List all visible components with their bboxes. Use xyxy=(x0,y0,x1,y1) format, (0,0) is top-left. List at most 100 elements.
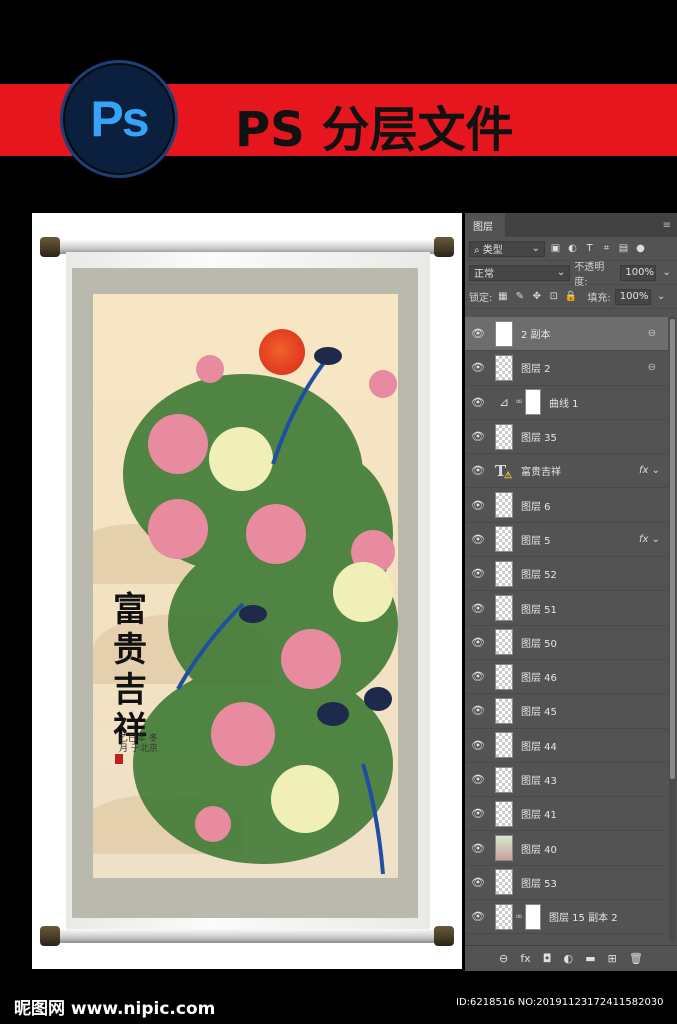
eye-icon[interactable]: 👁 xyxy=(465,396,491,409)
layer-row[interactable]: 👁 图层 50 xyxy=(465,626,668,660)
lock-pixels-icon[interactable]: ✎ xyxy=(513,290,526,304)
layer-thumbnail xyxy=(495,697,513,724)
layer-row[interactable]: 👁 图层 6 xyxy=(465,488,668,523)
eye-icon[interactable]: 👁 xyxy=(465,739,491,752)
layer-row[interactable]: 👁 图层 45 xyxy=(465,694,668,729)
layer-name[interactable]: 图层 52 xyxy=(521,566,557,581)
fx-icon[interactable]: fx ⌄ xyxy=(639,534,660,545)
type-filter-icon[interactable]: T xyxy=(583,242,596,256)
layer-thumbnail xyxy=(495,320,513,347)
layer-name[interactable]: 图层 51 xyxy=(521,601,557,616)
layer-row[interactable]: 👁 图层 53 xyxy=(465,866,668,901)
layer-row[interactable]: 👁 图层 52 xyxy=(465,557,668,592)
eye-icon[interactable]: 👁 xyxy=(465,807,491,820)
add-mask-icon[interactable]: ◘ xyxy=(543,952,552,965)
layer-row[interactable]: 👁 T ⚠ 富贵吉祥 fx ⌄ xyxy=(465,454,668,489)
fx-icon[interactable]: fx xyxy=(520,952,530,965)
adjustment-layer-icon[interactable]: ◐ xyxy=(564,952,574,965)
eye-icon[interactable]: 👁 xyxy=(465,361,491,374)
red-seal xyxy=(115,754,123,764)
eye-icon[interactable]: 👁 xyxy=(465,910,491,923)
layer-name[interactable]: 图层 35 xyxy=(521,429,557,444)
eye-icon[interactable]: 👁 xyxy=(465,567,491,580)
calligraphy-char: 贵 xyxy=(113,630,147,670)
layer-name[interactable]: 图层 41 xyxy=(521,806,557,821)
layer-row[interactable]: 👁 图层 51 xyxy=(465,591,668,626)
layer-list: 👁 2 副本 ⊖ 👁 图层 2 ⊖ 👁 ⊿ ∞ 曲线 1 👁 图层 35 👁 T… xyxy=(465,317,668,941)
layer-list-scrollbar[interactable] xyxy=(669,317,676,941)
eye-icon[interactable]: 👁 xyxy=(465,499,491,512)
eye-icon[interactable]: 👁 xyxy=(465,636,491,649)
layer-row[interactable]: 👁 图层 46 xyxy=(465,660,668,695)
opacity-field[interactable]: 100% xyxy=(620,264,657,281)
layer-row[interactable]: 👁 ⊿ ∞ 曲线 1 xyxy=(465,386,668,420)
chain-icon: ∞ xyxy=(515,397,523,408)
eye-icon[interactable]: 👁 xyxy=(465,842,491,855)
tab-layers[interactable]: 图层 xyxy=(465,213,505,237)
eye-icon[interactable]: 👁 xyxy=(465,327,491,340)
layer-name[interactable]: 图层 15 副本 2 xyxy=(549,909,618,924)
scrollbar-thumb[interactable] xyxy=(670,319,675,779)
panel-menu-icon[interactable]: ≡ xyxy=(663,220,671,231)
eye-icon[interactable]: 👁 xyxy=(465,430,491,443)
smart-object-filter-icon[interactable]: ▤ xyxy=(617,242,630,256)
layer-name[interactable]: 曲线 1 xyxy=(549,395,579,410)
layer-name[interactable]: 图层 2 xyxy=(521,360,551,375)
eye-icon[interactable]: 👁 xyxy=(465,876,491,889)
eye-icon[interactable]: 👁 xyxy=(465,773,491,786)
layer-thumbnail xyxy=(495,423,513,450)
chevron-down-icon[interactable]: ⌄ xyxy=(660,266,673,280)
layer-row[interactable]: 👁 图层 2 ⊖ xyxy=(465,351,668,386)
layer-row[interactable]: 👁 图层 5 fx ⌄ xyxy=(465,523,668,558)
layer-name[interactable]: 图层 50 xyxy=(521,635,557,650)
layer-thumbnail xyxy=(495,595,513,622)
layer-name[interactable]: 2 副本 xyxy=(521,326,551,341)
adjustment-filter-icon[interactable]: ◐ xyxy=(566,242,579,256)
blend-mode-select[interactable]: 正常 ⌄ xyxy=(469,264,571,281)
lock-position-icon[interactable]: ✥ xyxy=(530,290,543,304)
trash-icon[interactable]: 🗑 xyxy=(629,952,643,965)
layer-thumbnail xyxy=(495,492,513,519)
layer-name[interactable]: 图层 46 xyxy=(521,669,557,684)
layer-row[interactable]: 👁 图层 44 xyxy=(465,729,668,763)
curves-adjustment-icon: ⊿ xyxy=(498,395,510,410)
eye-icon[interactable]: 👁 xyxy=(465,602,491,615)
layer-filter-select[interactable]: ⌕ 类型 ⌄ xyxy=(469,240,545,257)
layer-name[interactable]: 图层 5 xyxy=(521,532,551,547)
layer-name[interactable]: 图层 40 xyxy=(521,841,557,856)
calligraphy-inscription: 乙巳年 冬月 于北京 xyxy=(119,734,158,754)
layer-row[interactable]: 👁 图层 40 xyxy=(465,831,668,866)
new-layer-icon[interactable]: ⊞ xyxy=(608,952,617,965)
layer-name[interactable]: 图层 53 xyxy=(521,875,557,890)
lock-transparency-icon[interactable]: ▦ xyxy=(496,290,509,304)
layer-row[interactable]: 👁 图层 35 xyxy=(465,420,668,455)
layer-row[interactable]: 👁 图层 41 xyxy=(465,797,668,832)
layer-name[interactable]: 图层 6 xyxy=(521,498,551,513)
layer-row[interactable]: 👁 ∞ 图层 15 副本 2 xyxy=(465,900,668,935)
layer-name[interactable]: 图层 43 xyxy=(521,772,557,787)
shape-filter-icon[interactable]: ⌗ xyxy=(600,242,613,256)
eye-icon[interactable]: 👁 xyxy=(465,704,491,717)
layer-name[interactable]: 图层 44 xyxy=(521,738,557,753)
chevron-down-icon[interactable]: ⌄ xyxy=(655,290,668,304)
lock-artboard-icon[interactable]: ⊡ xyxy=(547,290,560,304)
blend-row: 正常 ⌄ 不透明度: 100% ⌄ xyxy=(465,261,677,288)
fill-field[interactable]: 100% xyxy=(614,288,651,305)
bottom-scroll-rod xyxy=(44,929,454,943)
eye-icon[interactable]: 👁 xyxy=(465,464,491,477)
group-folder-icon[interactable]: ▬ xyxy=(585,952,595,965)
eye-icon[interactable]: 👁 xyxy=(465,533,491,546)
layer-thumbnail xyxy=(495,354,513,381)
layer-name[interactable]: 富贵吉祥 xyxy=(521,463,561,478)
link-layers-icon[interactable]: ⊖ xyxy=(499,952,508,965)
layer-row[interactable]: 👁 图层 43 xyxy=(465,763,668,798)
flower-illustration xyxy=(123,347,398,875)
fx-icon[interactable]: fx ⌄ xyxy=(639,465,660,476)
eye-icon[interactable]: 👁 xyxy=(465,670,491,683)
lock-all-icon[interactable]: 🔒 xyxy=(564,290,577,304)
layer-row[interactable]: 👁 2 副本 ⊖ xyxy=(465,317,668,352)
filter-row: ⌕ 类型 ⌄ ▣ ◐ T ⌗ ▤ ● xyxy=(465,237,677,261)
layer-name[interactable]: 图层 45 xyxy=(521,703,557,718)
pixel-filter-icon[interactable]: ▣ xyxy=(549,242,562,256)
filter-toggle-icon[interactable]: ● xyxy=(634,242,647,256)
